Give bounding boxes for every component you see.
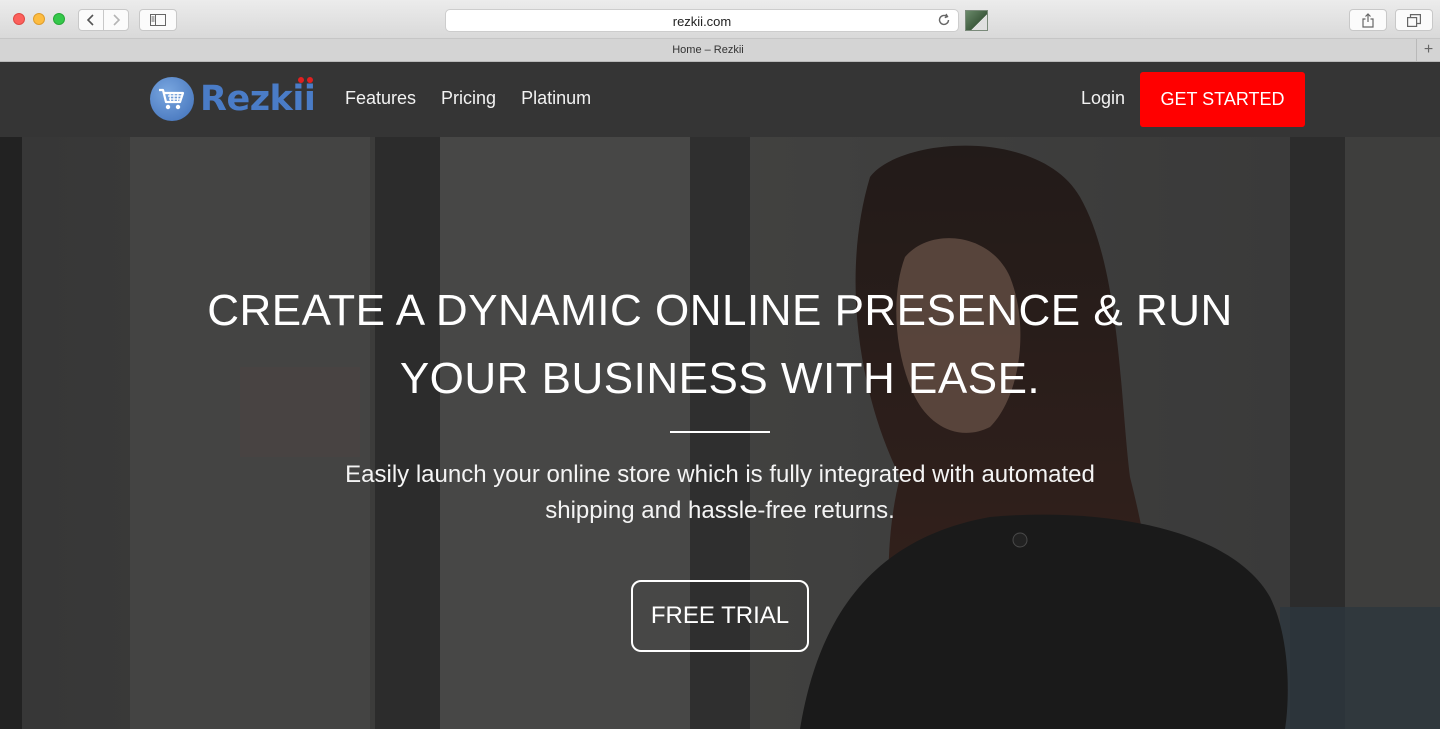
hero-section: CREATE A DYNAMIC ONLINE PRESENCE & RUN Y…: [0, 137, 1440, 729]
logo-text: Rezkii: [200, 77, 316, 119]
sidebar-toggle-button[interactable]: [139, 9, 177, 31]
chevron-right-icon: [113, 14, 121, 26]
url-text: rezkii.com: [672, 14, 732, 29]
sidebar-icon: [150, 14, 166, 26]
show-tabs-button[interactable]: [1395, 9, 1433, 31]
extension-icon[interactable]: [965, 10, 988, 31]
forward-button[interactable]: [103, 9, 129, 31]
shopping-cart-icon: [150, 77, 194, 121]
hero-divider: [670, 431, 770, 433]
back-button[interactable]: [78, 9, 104, 31]
share-icon: [1362, 12, 1374, 28]
site-logo[interactable]: Rezkii: [150, 76, 316, 122]
get-started-button[interactable]: GET STARTED: [1140, 72, 1305, 127]
logo-dots: [298, 77, 314, 83]
tab-home[interactable]: Home – Rezkii: [0, 44, 1416, 56]
hero-title: CREATE A DYNAMIC ONLINE PRESENCE & RUN Y…: [207, 286, 1233, 403]
tabs-icon: [1407, 13, 1421, 27]
window-minimize-button[interactable]: [33, 13, 45, 25]
site-header: Rezkii Features Pricing Platinum Login G…: [0, 62, 1440, 137]
browser-titlebar: rezkii.com: [0, 0, 1440, 39]
nav-link-platinum[interactable]: Platinum: [521, 88, 591, 109]
nav-link-features[interactable]: Features: [345, 88, 416, 109]
window-close-button[interactable]: [13, 13, 25, 25]
share-button[interactable]: [1349, 9, 1387, 31]
login-link[interactable]: Login: [1081, 88, 1125, 109]
free-trial-button[interactable]: FREE TRIAL: [631, 580, 809, 652]
main-nav: Features Pricing Platinum: [345, 88, 616, 109]
reload-icon[interactable]: [937, 13, 951, 27]
hero-content: CREATE A DYNAMIC ONLINE PRESENCE & RUN Y…: [0, 137, 1440, 729]
address-bar[interactable]: rezkii.com: [445, 9, 959, 32]
tab-bar: Home – Rezkii +: [0, 39, 1440, 62]
nav-link-pricing[interactable]: Pricing: [441, 88, 496, 109]
new-tab-button[interactable]: +: [1416, 39, 1440, 61]
window-maximize-button[interactable]: [53, 13, 65, 25]
chevron-left-icon: [86, 14, 94, 26]
hero-subtitle: Easily launch your online store which is…: [345, 461, 1095, 524]
